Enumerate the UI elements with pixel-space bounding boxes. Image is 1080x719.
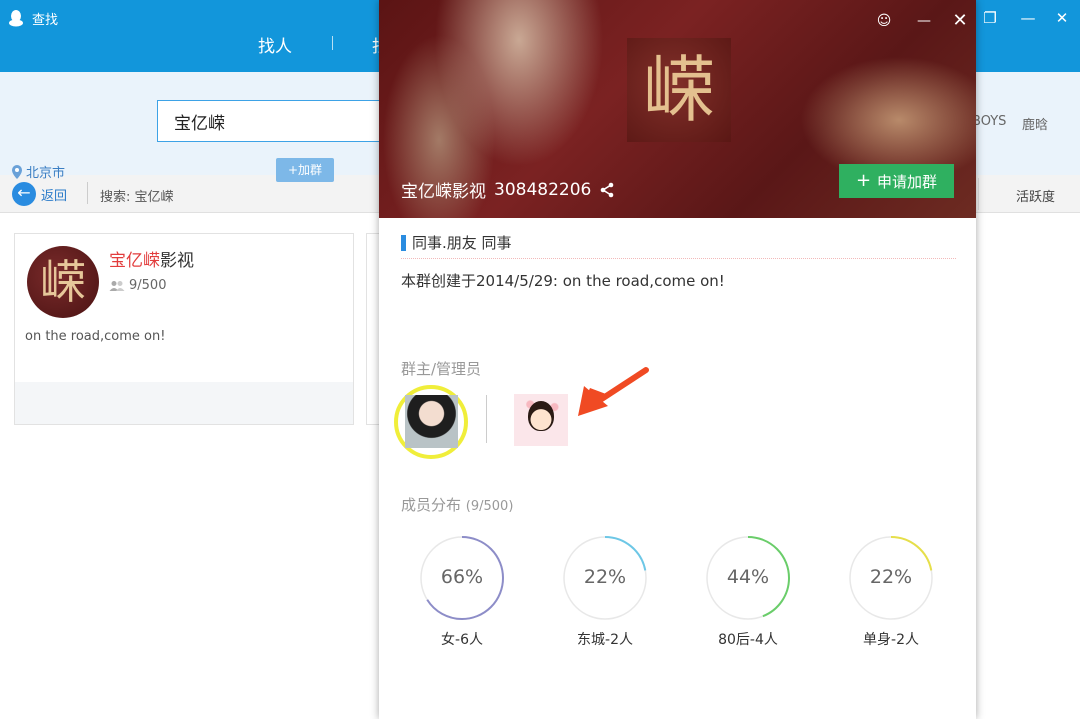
members-label-text: 成员分布 [401, 496, 462, 514]
back-arrow-icon: ← [12, 182, 36, 206]
stat-label: 80后-4人 [718, 632, 778, 648]
members-section-label: 成员分布 (9/500) [401, 494, 513, 515]
group-cover-banner: 嵘 ☺ — ✕ 宝亿嵘影视 308482206 + 申请加群 [379, 0, 976, 218]
stat-percent: 22% [583, 566, 627, 588]
group-avatar: 嵘 [27, 246, 99, 318]
group-location: 北京市 [12, 162, 65, 181]
group-id: 308482206 [494, 179, 592, 200]
group-logo: 嵘 [627, 38, 731, 142]
group-name: 宝亿嵘影视 [109, 246, 194, 271]
divider [486, 395, 487, 443]
admin-section-label: 群主/管理员 [401, 360, 482, 378]
close-icon[interactable]: ✕ [949, 10, 971, 32]
group-created-info: 本群创建于2014/5/29: on the road,come on! [401, 272, 725, 290]
apply-join-button[interactable]: + 申请加群 [839, 164, 954, 198]
stat-label: 东城-2人 [577, 632, 633, 648]
back-label: 返回 [41, 188, 68, 204]
member-stat: 22% 单身-2人 [846, 533, 936, 653]
stat-label: 女-6人 [441, 632, 483, 648]
window-title: 查找 [32, 13, 59, 28]
tab-divider [332, 36, 333, 50]
stat-percent: 66% [440, 566, 484, 588]
join-group-button[interactable]: +加群 [276, 158, 334, 182]
back-button[interactable]: ← 返回 [12, 181, 67, 207]
member-stat: 22% 东城-2人 [560, 533, 650, 653]
location-pin-icon [12, 164, 22, 179]
sort-by-activity[interactable]: 活跃度 [1016, 186, 1055, 205]
admin-avatar-face [528, 401, 554, 431]
search-input[interactable] [157, 100, 397, 142]
minimize-icon[interactable]: — [913, 10, 935, 32]
plus-icon: + [855, 170, 872, 191]
member-stat: 44% 80后-4人 [703, 533, 793, 653]
group-description: on the road,come on! [25, 329, 166, 344]
skin-icon[interactable]: ☺ [873, 10, 895, 32]
divider [87, 182, 88, 204]
group-result-card[interactable]: 嵘 宝亿嵘影视 9/500 on the road,come on! [14, 233, 354, 425]
next-result-card[interactable] [366, 233, 380, 425]
stat-label: 单身-2人 [863, 632, 919, 648]
group-profile-popup: 嵘 ☺ — ✕ 宝亿嵘影视 308482206 + 申请加群 同事.朋友 同事 … [379, 0, 976, 719]
search-breadcrumb: 搜索: 宝亿嵘 [100, 190, 174, 205]
pointer-arrow-icon [578, 367, 649, 416]
restore-icon[interactable]: ❐ [980, 8, 1000, 28]
stat-percent: 22% [869, 566, 913, 588]
member-count: 9/500 [109, 278, 166, 293]
member-stat: 66% 女-6人 [417, 533, 507, 653]
close-icon[interactable]: ✕ [1052, 8, 1072, 28]
minimize-icon[interactable]: — [1018, 8, 1038, 28]
stat-percent: 44% [726, 566, 770, 588]
group-tags: 同事.朋友 同事 [401, 232, 512, 253]
apply-join-label: 申请加群 [877, 172, 938, 191]
member-count-text: 9/500 [129, 278, 167, 293]
tags-text: 同事.朋友 同事 [412, 234, 512, 252]
hot-keyword[interactable]: BOYS [972, 114, 1006, 129]
location-text: 北京市 [26, 166, 66, 181]
share-icon[interactable] [599, 182, 615, 198]
tag-marker [401, 234, 406, 251]
owner-avatar[interactable] [405, 395, 458, 448]
card-footer [15, 382, 353, 424]
tab-find-people[interactable]: 找人 [258, 32, 292, 57]
group-title: 宝亿嵘影视 308482206 [401, 177, 615, 202]
name-rest: 影视 [160, 251, 194, 271]
name-highlight: 宝亿嵘 [109, 251, 160, 271]
group-name: 宝亿嵘影视 [401, 182, 486, 202]
qq-penguin-icon [9, 10, 23, 27]
divider [978, 178, 979, 210]
hot-keyword[interactable]: 鹿晗 [1022, 114, 1048, 133]
people-icon [109, 280, 125, 291]
members-count: (9/500) [465, 499, 514, 514]
divider [401, 258, 956, 259]
